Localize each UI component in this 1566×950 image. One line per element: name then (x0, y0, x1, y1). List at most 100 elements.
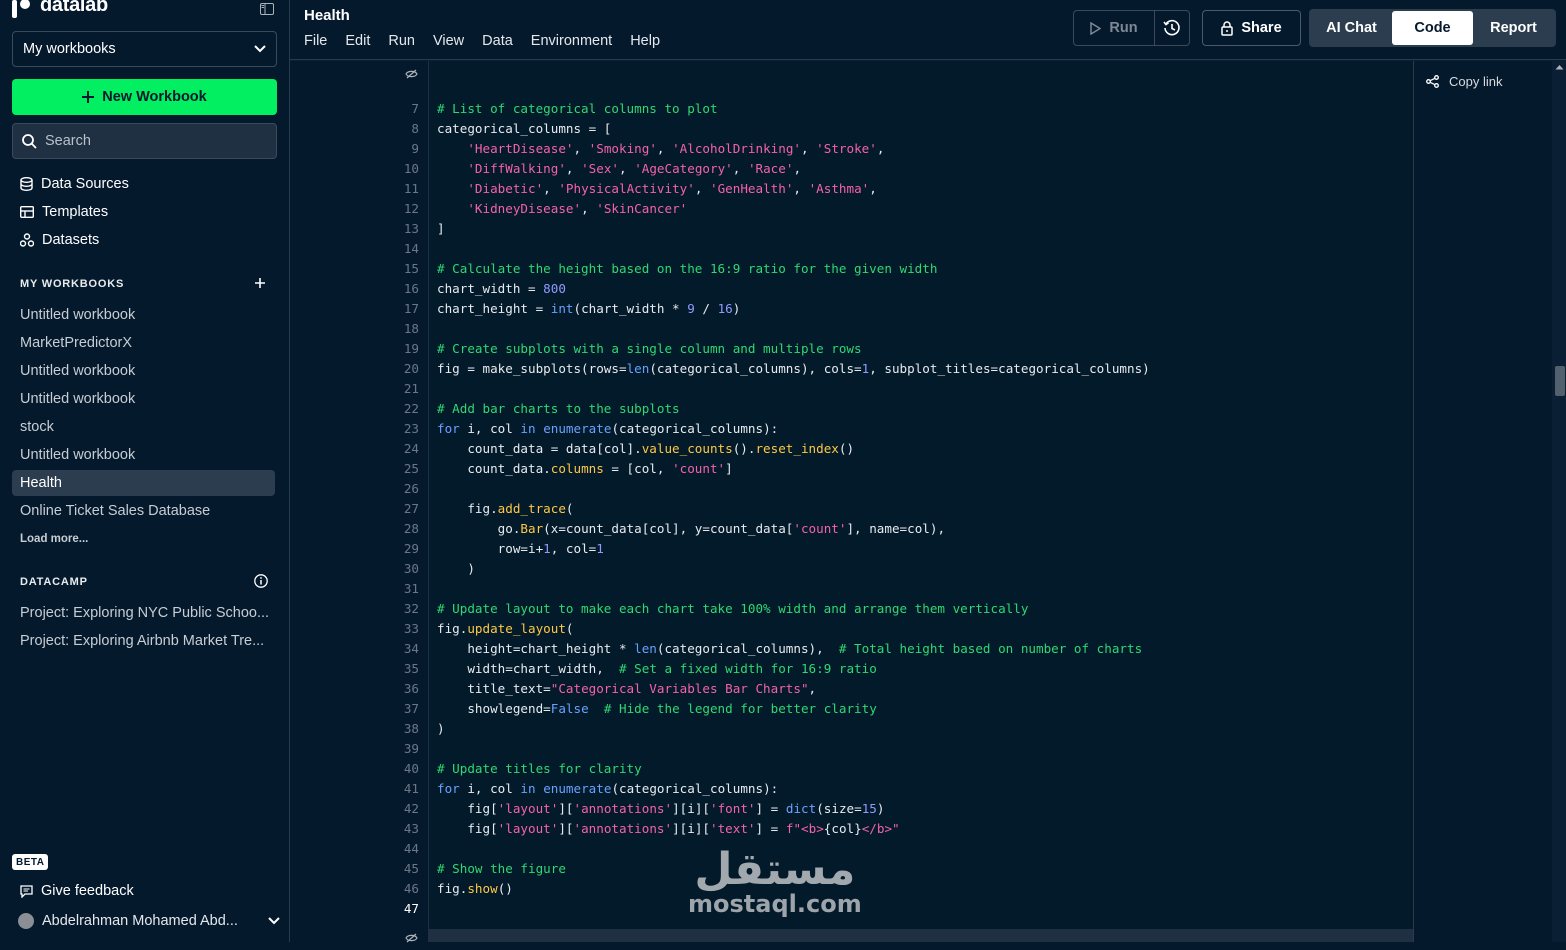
workbook-item[interactable]: Untitled workbook (12, 358, 275, 384)
menu-help[interactable]: Help (630, 33, 660, 49)
code-text: categorical_columns = [ (437, 121, 612, 136)
line-number: 39 (403, 741, 419, 756)
code-cell[interactable]: 7 # List of categorical columns to plot 8 c… (290, 61, 1413, 943)
code-line[interactable]: 17 chart_height = int(chart_width * 9 / 1… (290, 301, 741, 321)
scroll-up-icon[interactable] (1555, 64, 1564, 70)
code-line[interactable]: 15 # Calculate the height based on the 16… (290, 261, 938, 281)
code-line[interactable]: 45 # Show the figure (290, 861, 566, 881)
add-workbook-icon[interactable] (254, 276, 266, 294)
code-text: width=chart_width, # Set a fixed width f… (437, 661, 877, 676)
code-line[interactable]: 23 for i, col in enumerate(categorical_co… (290, 421, 778, 441)
code-line[interactable]: 38) (290, 721, 445, 741)
menu-view[interactable]: View (433, 33, 464, 49)
code-line[interactable]: 18 (290, 321, 421, 341)
workbook-item[interactable]: stock (12, 414, 275, 440)
collapse-sidebar-icon[interactable] (260, 2, 274, 20)
menu-file[interactable]: File (304, 33, 327, 49)
workbook-title[interactable]: Health (304, 7, 350, 24)
project-item[interactable]: Project: Exploring NYC Public Schoo... (12, 600, 275, 626)
menu-data[interactable]: Data (482, 33, 513, 49)
history-button[interactable] (1155, 11, 1189, 45)
line-number: 10 (403, 161, 419, 176)
code-line[interactable]: 33 fig.update_layout( (290, 621, 574, 641)
code-line[interactable]: 35 width=chart_width, # Set a fixed widt… (290, 661, 877, 681)
code-line[interactable]: 10 'DiffWalking', 'Sex', 'AgeCategory', … (290, 161, 801, 181)
datalab-logo[interactable]: datalab (12, 0, 108, 18)
project-item[interactable]: Project: Exploring Airbnb Market Tre... (12, 628, 275, 654)
share-button[interactable]: Share (1202, 10, 1301, 46)
workbook-item[interactable]: Untitled workbook (12, 442, 275, 468)
code-line[interactable]: 39 (290, 741, 421, 761)
line-number: 16 (403, 281, 419, 296)
code-line[interactable]: 36 title_text="Categorical Variables Bar… (290, 681, 816, 701)
code-line[interactable]: 31 (290, 581, 421, 601)
nav-templates[interactable]: Templates (20, 204, 108, 220)
menu-run[interactable]: Run (388, 33, 415, 49)
code-line[interactable]: 14 (290, 241, 421, 261)
code-line[interactable]: 12 'KidneyDisease', 'SkinCancer' (290, 201, 687, 221)
code-line[interactable]: 29 row=i+1, col=1 (290, 541, 604, 561)
code-line[interactable]: 9 'HeartDisease', 'Smoking', 'AlcoholDri… (290, 141, 884, 161)
new-workbook-label: New Workbook (102, 89, 207, 105)
code-line[interactable]: 40 # Update titles for clarity (290, 761, 642, 781)
code-text: showlegend=False # Hide the legend for b… (437, 701, 877, 716)
code-line[interactable]: 26 (290, 481, 421, 501)
code-line[interactable]: 32 # Update layout to make each chart tak… (290, 601, 1029, 621)
nav-data-sources[interactable]: Data Sources (20, 176, 129, 192)
line-number: 21 (403, 381, 419, 396)
code-line[interactable]: 21 (290, 381, 421, 401)
code-line[interactable]: 11 'Diabetic', 'PhysicalActivity', 'GenH… (290, 181, 877, 201)
workbook-item-active[interactable]: Health (12, 470, 275, 496)
load-more-link[interactable]: Load more... (20, 533, 88, 545)
workbook-item[interactable]: Untitled workbook (12, 302, 275, 328)
menu-environment[interactable]: Environment (531, 33, 612, 49)
code-line[interactable]: 27 fig.add_trace( (290, 501, 574, 521)
line-number: 30 (403, 561, 419, 576)
watermark-latin: mostaql.com (688, 890, 862, 918)
hide-code-icon[interactable] (405, 66, 418, 84)
workbook-item[interactable]: Online Ticket Sales Database (12, 498, 275, 524)
code-line[interactable]: 41 for i, col in enumerate(categorical_co… (290, 781, 778, 801)
give-feedback-link[interactable]: Give feedback (20, 883, 134, 899)
code-text: count_data = data[col].value_counts().re… (437, 441, 855, 456)
code-line[interactable]: 24 count_data = data[col].value_counts()… (290, 441, 854, 461)
run-button[interactable]: Run (1074, 11, 1155, 45)
search-input[interactable]: Search (12, 123, 277, 159)
avatar (18, 913, 34, 929)
code-line[interactable]: 44 (290, 841, 421, 861)
user-menu[interactable]: Abdelrahman Mohamed Abd... (18, 913, 280, 929)
code-line[interactable]: 25 count_data.columns = [col, 'count'] (290, 461, 733, 481)
code-line[interactable]: 47 (290, 901, 421, 921)
code-line[interactable]: 13] (290, 221, 445, 241)
nav-datasets[interactable]: Datasets (20, 232, 99, 248)
run-label: Run (1109, 20, 1138, 36)
tab-ai-chat[interactable]: AI Chat (1311, 11, 1392, 45)
code-line[interactable]: 46 fig.show() (290, 881, 513, 901)
workspace-select[interactable]: My workbooks (12, 31, 277, 67)
code-line[interactable]: 22 # Add bar charts to the subplots (290, 401, 680, 421)
new-workbook-button[interactable]: New Workbook (12, 79, 277, 115)
hide-code-icon[interactable] (405, 930, 418, 948)
tab-report[interactable]: Report (1473, 11, 1554, 45)
code-line[interactable]: 42 fig['layout']['annotations'][i]['font… (290, 801, 885, 821)
code-line[interactable]: 37 showlegend=False # Hide the legend fo… (290, 701, 877, 721)
sidebar: datalab My workbooks New Workbook Search… (0, 0, 288, 950)
scrollbar-thumb[interactable] (1555, 366, 1565, 396)
code-line[interactable]: 19 # Create subplots with a single column… (290, 341, 862, 361)
code-line[interactable]: 7 # List of categorical columns to plot (290, 101, 717, 121)
code-line[interactable]: 20 fig = make_subplots(rows=len(categoric… (290, 361, 1150, 381)
code-line[interactable]: 30 ) (290, 561, 475, 581)
workbook-item[interactable]: Untitled workbook (12, 386, 275, 412)
code-line[interactable]: 43 fig['layout']['annotations'][i]['text… (290, 821, 900, 841)
info-icon[interactable] (254, 574, 268, 593)
code-text: chart_width = 800 (437, 281, 566, 296)
code-line[interactable]: 8 categorical_columns = [ (290, 121, 611, 141)
scrollbar[interactable] (1552, 61, 1566, 942)
tab-code[interactable]: Code (1392, 11, 1473, 45)
copy-link-button[interactable]: Copy link (1426, 74, 1502, 89)
menu-edit[interactable]: Edit (345, 33, 370, 49)
workbook-item[interactable]: MarketPredictorX (12, 330, 275, 356)
code-line[interactable]: 16 chart_width = 800 (290, 281, 566, 301)
code-line[interactable]: 34 height=chart_height * len(categorical… (290, 641, 1142, 661)
code-line[interactable]: 28 go.Bar(x=count_data[col], y=count_dat… (290, 521, 945, 541)
